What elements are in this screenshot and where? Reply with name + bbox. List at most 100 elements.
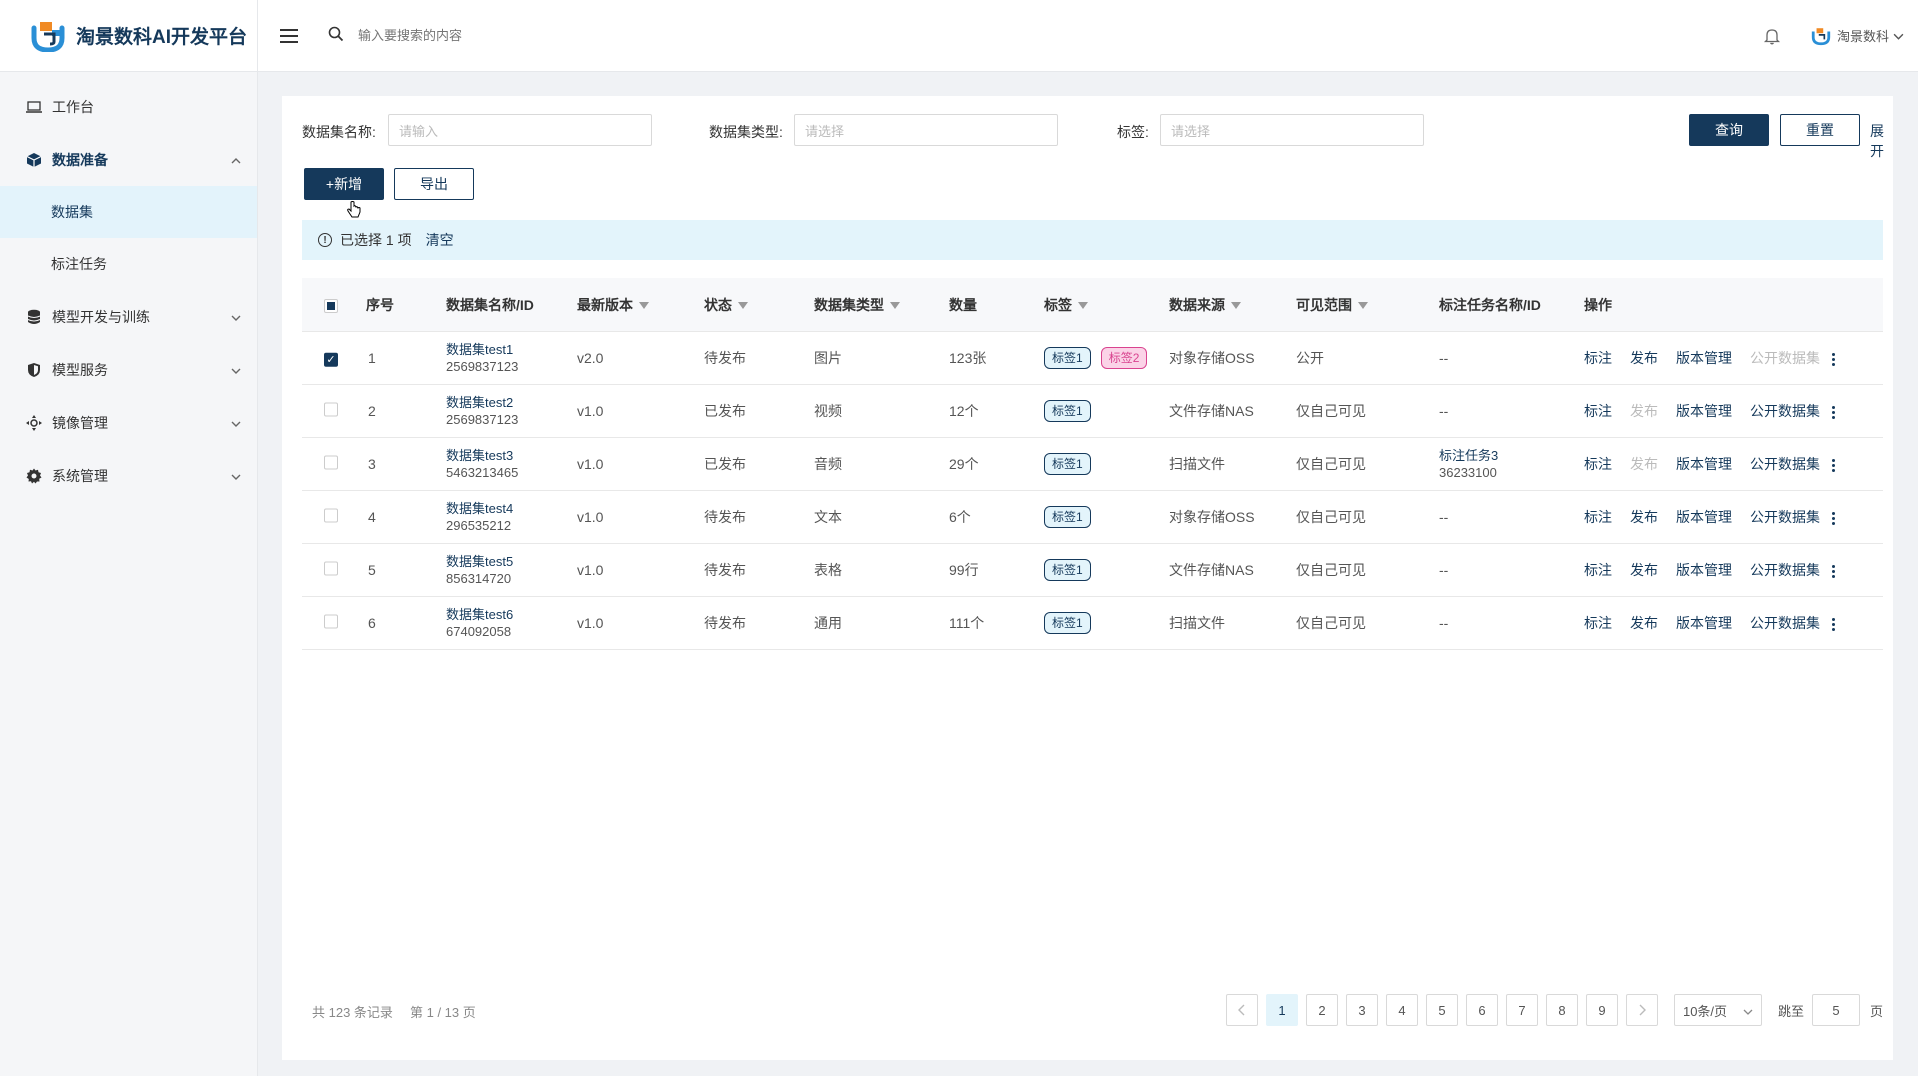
more-icon[interactable] bbox=[1832, 405, 1835, 419]
sidebar-item-image-mgmt[interactable]: 镜像管理 bbox=[0, 396, 257, 449]
page-unit: 页 bbox=[1869, 1003, 1883, 1019]
jump-input[interactable] bbox=[1811, 994, 1860, 1026]
version-mgmt-link[interactable]: 版本管理 bbox=[1676, 403, 1732, 419]
logo[interactable]: 淘景数科AI开发平台 bbox=[0, 0, 257, 72]
version-mgmt-link[interactable]: 版本管理 bbox=[1676, 456, 1732, 472]
table-row[interactable]: 5 数据集test5 856314720 v1.0 待发布 表格 99行 标签1… bbox=[302, 544, 1883, 597]
public-dataset-link[interactable]: 公开数据集 bbox=[1750, 403, 1820, 419]
public-dataset-link[interactable]: 公开数据集 bbox=[1750, 456, 1820, 472]
query-button[interactable]: 查询 bbox=[1689, 114, 1769, 146]
version-mgmt-link[interactable]: 版本管理 bbox=[1676, 562, 1732, 578]
row-checkbox[interactable] bbox=[324, 455, 338, 473]
version-mgmt-link[interactable]: 版本管理 bbox=[1676, 615, 1732, 631]
col-visibility[interactable]: 可见范围 bbox=[1296, 295, 1368, 315]
more-icon[interactable] bbox=[1832, 511, 1835, 525]
table-row[interactable]: 2 数据集test2 2569837123 v1.0 已发布 视频 12个 标签… bbox=[302, 385, 1883, 438]
dataset-id: 674092058 bbox=[446, 624, 512, 639]
row-checkbox[interactable] bbox=[324, 508, 338, 526]
table-row[interactable]: ✓ 1 数据集test1 2569837123 v2.0 待发布 图片 123张… bbox=[302, 332, 1883, 385]
version-mgmt-link[interactable]: 版本管理 bbox=[1676, 350, 1732, 366]
annotate-link[interactable]: 标注 bbox=[1584, 615, 1612, 631]
page-button[interactable]: 5 bbox=[1425, 994, 1458, 1026]
public-dataset-link[interactable]: 公开数据集 bbox=[1750, 509, 1820, 525]
row-checkbox[interactable] bbox=[324, 402, 338, 420]
version-mgmt-link[interactable]: 版本管理 bbox=[1676, 509, 1732, 525]
publish-link[interactable]: 发布 bbox=[1630, 615, 1658, 631]
reset-button[interactable]: 重置 bbox=[1780, 114, 1860, 146]
annotate-link[interactable]: 标注 bbox=[1584, 403, 1612, 419]
next-page-icon[interactable] bbox=[1625, 994, 1658, 1026]
page-button[interactable]: 6 bbox=[1465, 994, 1498, 1026]
page-button[interactable]: 2 bbox=[1305, 994, 1338, 1026]
menu-toggle-icon[interactable] bbox=[280, 28, 298, 43]
col-source[interactable]: 数据来源 bbox=[1169, 295, 1241, 315]
public-dataset-link[interactable]: 公开数据集 bbox=[1750, 615, 1820, 631]
dataset-name-link[interactable]: 数据集test2 bbox=[446, 394, 518, 411]
version-cell: v2.0 bbox=[577, 350, 604, 366]
row-checkbox[interactable]: ✓ bbox=[324, 350, 338, 367]
dataset-id: 296535212 bbox=[446, 518, 512, 533]
annotate-link[interactable]: 标注 bbox=[1584, 456, 1612, 472]
prev-page-icon[interactable] bbox=[1225, 994, 1258, 1026]
col-tags[interactable]: 标签 bbox=[1044, 295, 1088, 315]
annotate-link[interactable]: 标注 bbox=[1584, 509, 1612, 525]
annotate-link[interactable]: 标注 bbox=[1584, 350, 1612, 366]
dataset-name-link[interactable]: 数据集test3 bbox=[446, 447, 518, 464]
table-row[interactable]: 6 数据集test6 674092058 v1.0 待发布 通用 111个 标签… bbox=[302, 597, 1883, 650]
status-cell: 已发布 bbox=[704, 403, 746, 419]
dataset-name-link[interactable]: 数据集test6 bbox=[446, 606, 513, 623]
dataset-name-link[interactable]: 数据集test5 bbox=[446, 553, 513, 570]
sidebar-item-workbench[interactable]: 工作台 bbox=[0, 80, 257, 133]
col-version[interactable]: 最新版本 bbox=[577, 295, 649, 315]
export-button[interactable]: 导出 bbox=[394, 168, 474, 200]
publish-link[interactable]: 发布 bbox=[1630, 509, 1658, 525]
page-button[interactable]: 1 bbox=[1265, 994, 1298, 1026]
expand-link[interactable]: 展开 bbox=[1870, 121, 1884, 161]
annotate-link[interactable]: 标注 bbox=[1584, 562, 1612, 578]
dataset-name-link[interactable]: 数据集test4 bbox=[446, 500, 513, 517]
more-icon[interactable] bbox=[1832, 617, 1835, 631]
sidebar-item-system-mgmt[interactable]: 系统管理 bbox=[0, 449, 257, 502]
more-icon[interactable] bbox=[1832, 458, 1835, 472]
page-size-select[interactable]: 10条/页 bbox=[1673, 994, 1762, 1026]
page-button[interactable]: 7 bbox=[1505, 994, 1538, 1026]
bell-icon[interactable] bbox=[1763, 27, 1781, 45]
more-icon[interactable] bbox=[1832, 564, 1835, 578]
sidebar-item-model-dev[interactable]: 模型开发与训练 bbox=[0, 290, 257, 343]
table-header: 序号 数据集名称/ID 最新版本 状态 数据集类型 数量 标签 数据来源 可见范… bbox=[302, 278, 1883, 332]
ops-cell: 标注 发布 版本管理 公开数据集 bbox=[1584, 507, 1835, 527]
row-checkbox[interactable] bbox=[324, 561, 338, 579]
page-button[interactable]: 9 bbox=[1585, 994, 1618, 1026]
search-icon[interactable] bbox=[328, 26, 344, 45]
public-dataset-link[interactable]: 公开数据集 bbox=[1750, 562, 1820, 578]
page-button[interactable]: 4 bbox=[1385, 994, 1418, 1026]
tag-badge: 标签1 bbox=[1044, 400, 1091, 422]
dataset-name-link[interactable]: 数据集test1 bbox=[446, 341, 518, 358]
sidebar-item-model-service[interactable]: 模型服务 bbox=[0, 343, 257, 396]
total-count: 共 123 条记录 bbox=[312, 1005, 393, 1020]
name-filter-input[interactable]: 请输入 bbox=[388, 114, 652, 146]
sidebar-item-data-prep[interactable]: 数据准备 bbox=[0, 133, 257, 186]
add-button[interactable]: +新增 bbox=[304, 168, 384, 200]
publish-link[interactable]: 发布 bbox=[1630, 562, 1658, 578]
user-menu[interactable]: 淘景数科 bbox=[1811, 26, 1904, 46]
search-input[interactable] bbox=[358, 28, 598, 43]
page-button[interactable]: 8 bbox=[1545, 994, 1578, 1026]
publish-link[interactable]: 发布 bbox=[1630, 350, 1658, 366]
table-row[interactable]: 4 数据集test4 296535212 v1.0 待发布 文本 6个 标签1 … bbox=[302, 491, 1883, 544]
clear-selection-link[interactable]: 清空 bbox=[426, 230, 454, 250]
col-status[interactable]: 状态 bbox=[704, 295, 748, 315]
row-checkbox[interactable] bbox=[324, 614, 338, 632]
tag-filter-select[interactable]: 请选择 bbox=[1160, 114, 1424, 146]
tag-badge: 标签1 bbox=[1044, 612, 1091, 634]
task-name-link[interactable]: 标注任务3 bbox=[1439, 447, 1498, 464]
sidebar-item-annotation-task[interactable]: 标注任务 bbox=[0, 238, 257, 290]
page-button[interactable]: 3 bbox=[1345, 994, 1378, 1026]
sidebar-item-dataset[interactable]: 数据集 bbox=[0, 186, 257, 238]
tag-badge: 标签1 bbox=[1044, 453, 1091, 475]
table-row[interactable]: 3 数据集test3 5463213465 v1.0 已发布 音频 29个 标签… bbox=[302, 438, 1883, 491]
col-type[interactable]: 数据集类型 bbox=[814, 295, 900, 315]
select-all-checkbox[interactable] bbox=[324, 297, 338, 313]
more-icon[interactable] bbox=[1832, 352, 1835, 366]
type-filter-select[interactable]: 请选择 bbox=[794, 114, 1058, 146]
